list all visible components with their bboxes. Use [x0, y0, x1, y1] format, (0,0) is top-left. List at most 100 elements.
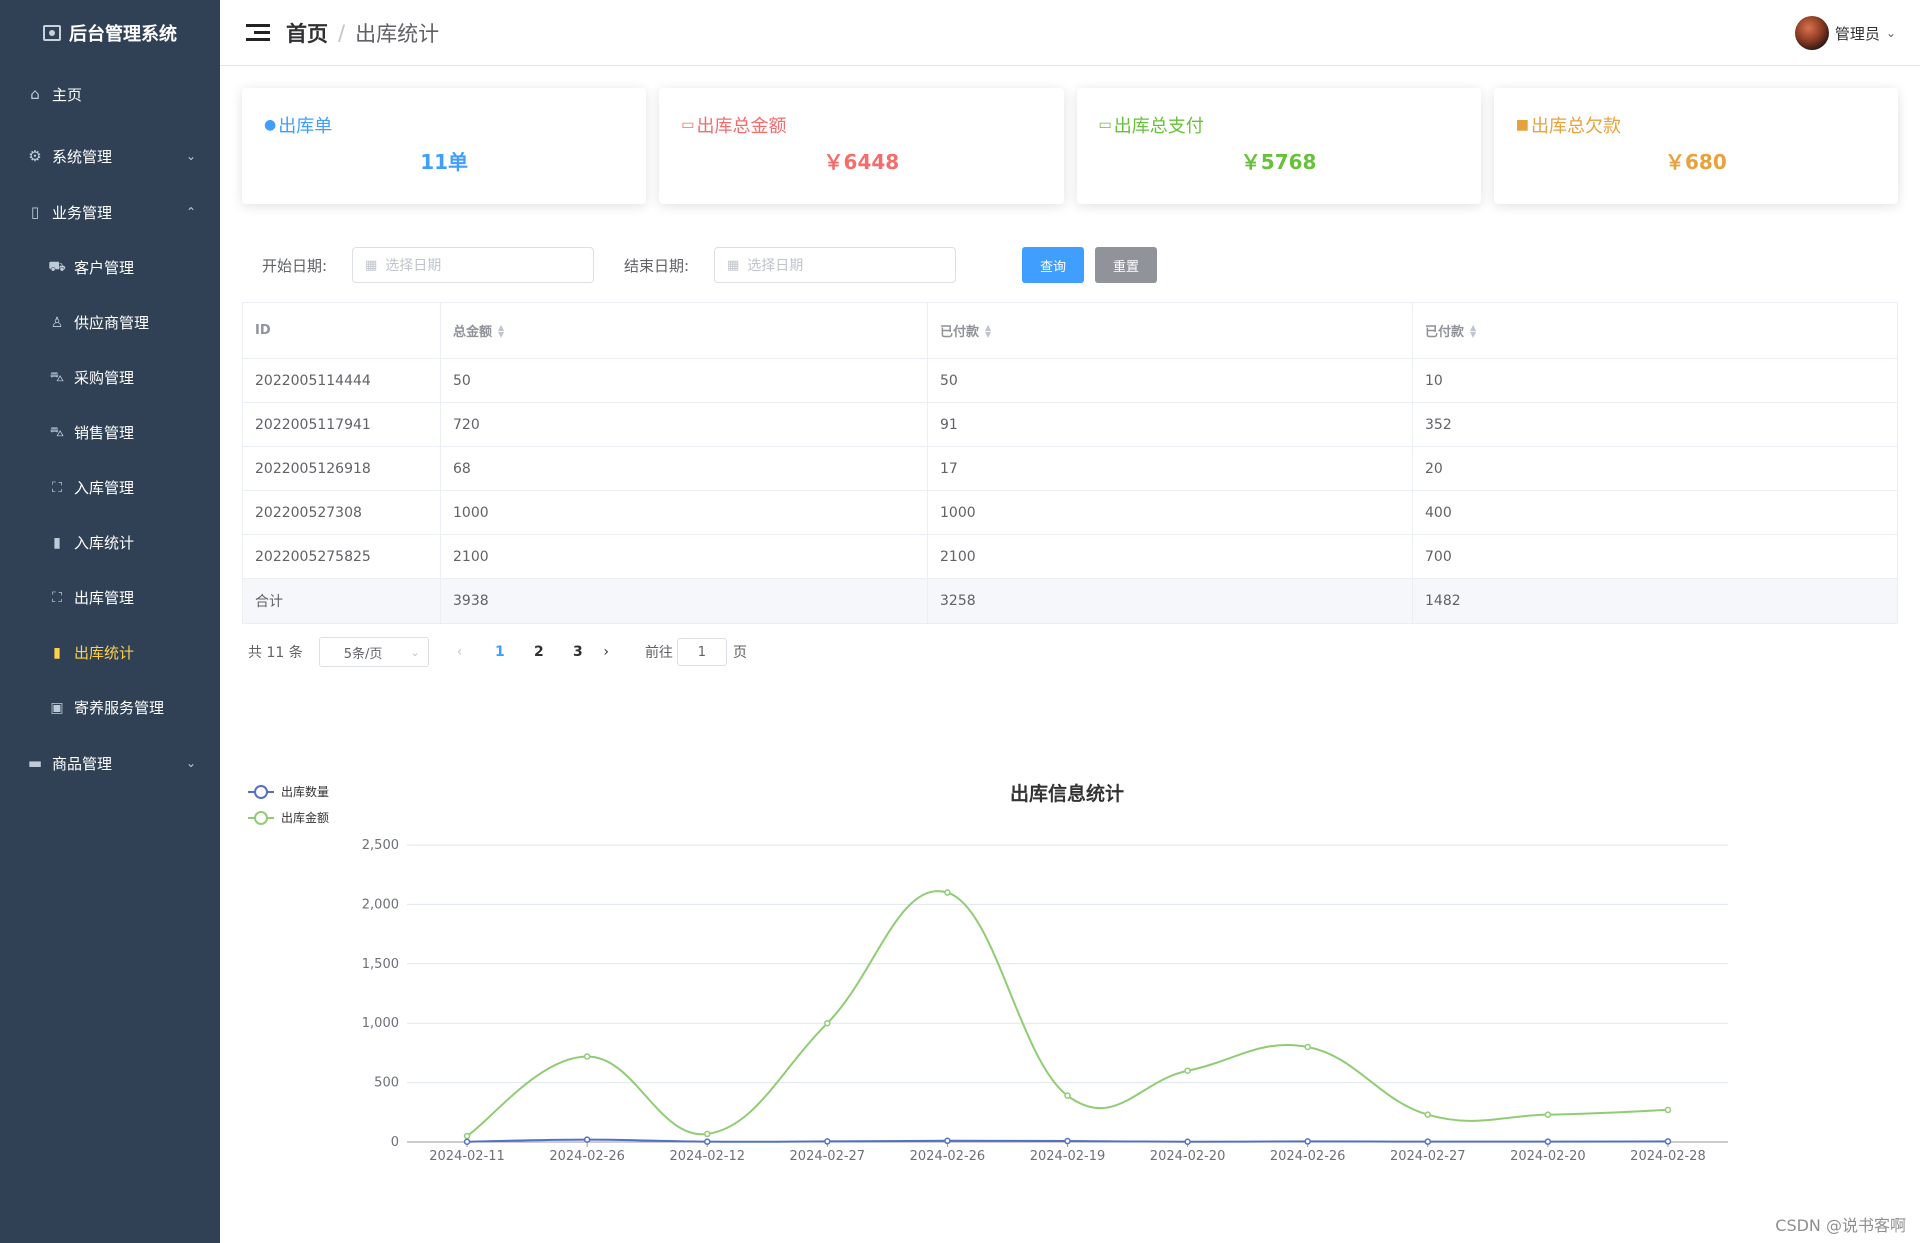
sidebar-item-stock-in-stats[interactable]: ▮ 入库统计 — [0, 515, 220, 570]
gear-icon: ⚙ — [28, 147, 42, 165]
end-date-placeholder: 选择日期 — [747, 258, 804, 274]
page-button[interactable]: 3 — [558, 644, 597, 660]
start-date-input[interactable]: ▦ 选择日期 — [352, 247, 594, 283]
page-button[interactable]: 2 — [519, 644, 558, 660]
sidebar-item-label: 商品管理 — [52, 754, 113, 773]
sidebar-item-home[interactable]: ⌂ 主页 — [0, 66, 220, 122]
table-cell: 400 — [1425, 504, 1452, 521]
column-header[interactable]: 已付款 ▲ ▼ — [928, 303, 1413, 358]
user-name[interactable]: 管理员 — [1835, 23, 1880, 44]
data-point[interactable] — [463, 1132, 471, 1140]
sidebar-item-stock-out[interactable]: ⛶ 出库管理 — [0, 570, 220, 625]
data-point[interactable] — [583, 1053, 591, 1060]
bar-chart-icon: ▮ — [53, 534, 61, 551]
avatar[interactable] — [1794, 16, 1829, 50]
monitor-icon — [43, 25, 61, 41]
sidebar-item-customers[interactable]: ⛟ 客户管理 — [0, 240, 220, 295]
card-title-text: 出库总金额 — [696, 116, 787, 137]
goto-label: 前往 — [644, 645, 673, 661]
menu-toggle-icon[interactable] — [246, 23, 270, 42]
sidebar-item-system[interactable]: ⚙ 系统管理 ⌄ — [0, 128, 220, 184]
sidebar-item-label: 客户管理 — [74, 259, 135, 277]
sidebar-item-stock-out-stats[interactable]: ▮ 出库统计 — [0, 625, 220, 680]
box-icon: ▣ — [50, 699, 64, 716]
table-cell: 91 — [928, 403, 1413, 446]
stat-card-total-amount: ▭ 出库总金额 ￥6448 — [659, 88, 1064, 204]
sidebar-item-label: 出库统计 — [74, 644, 135, 662]
page-size-select[interactable]: 5条/页 ⌄ — [318, 637, 429, 667]
data-point[interactable] — [1184, 1067, 1191, 1074]
cart-icon: ⛍ — [49, 368, 65, 385]
column-header[interactable]: 已付款 ▲ ▼ — [1413, 303, 1897, 358]
chart-y-axis: 0 500 1,000 1,500 2,000 2,500 — [362, 838, 399, 1150]
table-row: 202200527308 1000 1000 400 — [243, 491, 1897, 535]
data-point[interactable] — [703, 1130, 711, 1138]
data-point[interactable] — [1304, 1043, 1311, 1051]
sidebar-item-suppliers[interactable]: ♙ 供应商管理 — [0, 295, 220, 350]
data-point[interactable] — [944, 1137, 951, 1145]
chart-x-axis: 2024-02-11 2024-02-26 2024-02-12 2024-02-27… — [429, 1142, 1706, 1164]
sidebar-item-label: 入库管理 — [74, 479, 135, 497]
sort-icon[interactable]: ▲ ▼ — [985, 323, 991, 338]
legend-item[interactable]: 出库金额 — [248, 810, 329, 825]
end-date-input[interactable]: ▦ 选择日期 — [714, 247, 956, 283]
data-point[interactable] — [1064, 1092, 1071, 1099]
sidebar-item-goods[interactable]: ▬ 商品管理 ⌄ — [0, 735, 220, 791]
data-point[interactable] — [1664, 1106, 1672, 1114]
data-point[interactable] — [824, 1138, 831, 1145]
data-point[interactable] — [463, 1138, 471, 1146]
top-header: 首页 / 出库统计 管理员 ⌄ — [220, 0, 1920, 66]
card-title-text: 出库总欠款 — [1530, 116, 1621, 137]
sidebar-item-business[interactable]: ▯ 业务管理 ⌃ — [0, 184, 220, 240]
data-point[interactable] — [1424, 1111, 1432, 1118]
sidebar-item-purchase[interactable]: ⛍ 采购管理 — [0, 350, 220, 405]
data-point[interactable] — [944, 889, 951, 896]
home-icon: ⌂ — [30, 85, 40, 103]
chart-series — [463, 889, 1672, 1146]
card-value: ￥6448 — [823, 150, 900, 174]
goto-page-input[interactable]: 1 — [676, 638, 727, 666]
summary-cell: 1482 — [1425, 593, 1461, 609]
legend-item[interactable]: 出库数量 — [248, 784, 329, 799]
data-point[interactable] — [1304, 1138, 1311, 1145]
sidebar-item-stock-in[interactable]: ⛶ 入库管理 — [0, 460, 220, 515]
column-header[interactable]: ID — [243, 303, 441, 358]
reset-button[interactable]: 重置 — [1095, 247, 1157, 283]
sort-icon[interactable]: ▲ ▼ — [498, 323, 504, 338]
breadcrumb: 首页 / 出库统计 — [286, 18, 439, 48]
sort-icon[interactable]: ▲ ▼ — [1470, 323, 1476, 338]
data-point[interactable] — [583, 1136, 591, 1143]
prev-page-button[interactable]: ‹ — [457, 644, 463, 660]
chevron-down-icon[interactable]: ⌄ — [1886, 26, 1896, 40]
chevron-down-icon: ⌄ — [185, 149, 196, 163]
table-cell: 202200527308 — [243, 491, 441, 534]
next-page-button[interactable]: › — [603, 644, 609, 660]
start-date-label: 开始日期: — [262, 256, 328, 275]
data-point[interactable] — [1424, 1138, 1432, 1145]
data-point[interactable] — [824, 1019, 831, 1027]
page-size-value: 5条/页 — [343, 646, 383, 662]
sidebar: 后台管理系统 ⌂ 主页 ⚙ 系统管理 ⌄ ▯ 业务管理 ⌃ ⛟ 客户管理 ♙ 供… — [0, 0, 220, 1243]
debt-icon: ■ — [1515, 117, 1529, 133]
column-header-text: 已付款 — [940, 325, 980, 340]
data-point[interactable] — [1184, 1138, 1191, 1146]
page-button[interactable]: 1 — [480, 644, 519, 660]
data-point[interactable] — [703, 1138, 711, 1145]
sidebar-item-foster[interactable]: ▣ 寄养服务管理 — [0, 680, 220, 735]
money-icon: ▭ — [681, 117, 695, 133]
data-point[interactable] — [1664, 1138, 1672, 1145]
table-row: 2022005126918 68 17 20 — [243, 447, 1897, 491]
truck-icon: ⛟ — [48, 258, 66, 275]
search-button[interactable]: 查询 — [1022, 247, 1084, 283]
user-menu[interactable]: 管理员 ⌄ — [1794, 16, 1896, 50]
data-point[interactable] — [1544, 1138, 1552, 1145]
sidebar-item-label: 入库统计 — [74, 534, 135, 552]
table-cell: 700 — [1425, 548, 1452, 565]
sidebar-item-sales[interactable]: ⛍ 销售管理 — [0, 405, 220, 460]
chart-title: 出库信息统计 — [1010, 782, 1124, 805]
data-point[interactable] — [1544, 1111, 1552, 1118]
column-header[interactable]: 总金额 ▲ ▼ — [441, 303, 928, 358]
data-point[interactable] — [1064, 1137, 1071, 1145]
data-table: ID 总金额 ▲ ▼ 已付款 ▲ ▼ 已付款 ▲ ▼ 2022005114444 50 50… — [242, 302, 1898, 624]
breadcrumb-home[interactable]: 首页 — [286, 18, 328, 48]
